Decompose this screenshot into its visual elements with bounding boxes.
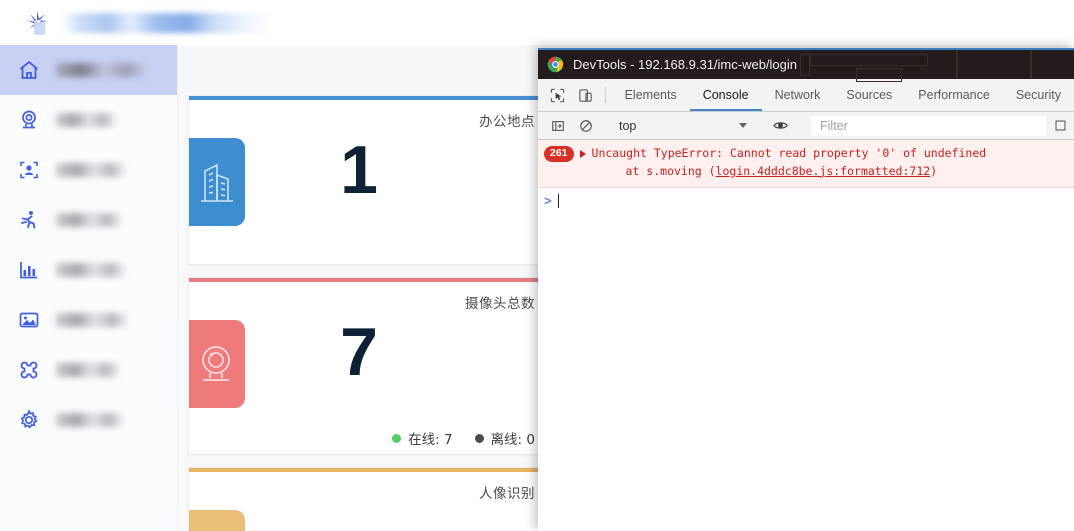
chrome-logo-icon xyxy=(547,56,564,73)
error-stack-suffix: ) xyxy=(930,163,938,178)
inspect-element-icon[interactable] xyxy=(544,79,571,111)
bar-chart-icon xyxy=(10,253,48,287)
sidebar-item-3[interactable] xyxy=(0,195,177,245)
chevron-down-icon xyxy=(739,123,747,128)
sidebar-item-5-label xyxy=(56,313,128,327)
error-line-2: at s.moving (login.4dddc8be.js:formatted… xyxy=(592,163,987,181)
clear-console-icon[interactable] xyxy=(572,114,600,138)
apps-grid-icon xyxy=(10,353,48,387)
status-dot-offline xyxy=(474,433,484,443)
console-output: 261 Uncaught TypeError: Cannot read prop… xyxy=(538,140,1074,531)
gear-icon xyxy=(10,403,48,437)
toolbar-divider xyxy=(604,87,606,103)
stat-card-camera-total[interactable]: 摄像头总数 7 在线: 7 离线: 0 xyxy=(188,277,550,455)
stat-card-office-location[interactable]: 办公地点 1 xyxy=(188,95,550,265)
text-caret xyxy=(557,194,559,209)
console-sidebar-icon[interactable] xyxy=(544,114,572,138)
card-value: 7 xyxy=(340,314,378,390)
sidebar-item-5[interactable] xyxy=(0,295,177,345)
stat-offline: 离线: 0 xyxy=(474,428,535,448)
sidebar-nav xyxy=(0,45,178,531)
card-value: 1 xyxy=(340,132,378,208)
sidebar-item-4-label xyxy=(56,263,126,277)
card-title: 办公地点 xyxy=(479,114,535,130)
portrait-icon xyxy=(189,510,245,531)
sidebar-item-1-label xyxy=(56,113,116,127)
home-icon xyxy=(10,53,48,87)
titlebar-decoration xyxy=(810,54,928,66)
burst-logo-icon xyxy=(22,8,52,38)
sidebar-item-3-label xyxy=(56,213,122,227)
sidebar-item-2[interactable] xyxy=(0,145,177,195)
console-settings-icon[interactable] xyxy=(1046,114,1074,138)
camera-icon xyxy=(10,103,48,137)
execution-context-select[interactable]: top xyxy=(613,116,753,136)
stat-card-face-recognition[interactable]: 人像识别 xyxy=(188,467,550,531)
card-title: 人像识别 xyxy=(479,486,535,502)
error-source-link[interactable]: login.4dddc8be.js:formatted:712 xyxy=(716,164,931,178)
tab-performance[interactable]: Performance xyxy=(905,79,1003,111)
console-prompt-row[interactable]: > xyxy=(538,188,1074,215)
titlebar-decoration xyxy=(1030,50,1032,79)
execution-context-value: top xyxy=(619,118,637,133)
error-count-badge: 261 xyxy=(544,146,574,162)
expand-triangle-icon[interactable] xyxy=(579,150,586,158)
tab-security[interactable]: Security xyxy=(1003,79,1074,111)
face-id-icon xyxy=(10,153,48,187)
titlebar-decoration xyxy=(800,54,810,76)
sidebar-item-4[interactable] xyxy=(0,245,177,295)
card-stats: 在线: 7 离线: 0 xyxy=(392,428,535,448)
stat-offline-label: 离线: 0 xyxy=(490,432,535,448)
stat-online-label: 在线: 7 xyxy=(408,432,453,448)
sidebar-item-2-label xyxy=(56,163,126,177)
devtools-window-title: DevTools - 192.168.9.31/imc-web/login xyxy=(573,57,798,72)
app-header xyxy=(0,0,1074,45)
sidebar-item-0-label xyxy=(56,63,148,77)
brand-title-redacted xyxy=(62,12,272,33)
sidebar-item-6-label xyxy=(56,363,120,377)
status-dot-online xyxy=(392,433,402,443)
console-toolbar: top Filter xyxy=(538,112,1074,140)
devtools-tabbar: Elements Console Network Sources Perform… xyxy=(538,79,1074,112)
card-title: 摄像头总数 xyxy=(465,296,535,312)
error-line-1: Uncaught TypeError: Cannot read property… xyxy=(591,146,987,160)
sidebar-item-7-label xyxy=(56,413,124,427)
prompt-chevron-icon: > xyxy=(544,193,552,209)
screenshot-root: 办公地点 1 摄像头总数 7 在线: 7 离线: 0 人像识别 DevTools… xyxy=(0,0,1074,531)
person-running-icon xyxy=(10,203,48,237)
console-error-message[interactable]: 261 Uncaught TypeError: Cannot read prop… xyxy=(538,140,1074,188)
sidebar-item-7[interactable] xyxy=(0,395,177,445)
titlebar-decoration xyxy=(956,50,958,79)
console-filter-input[interactable]: Filter xyxy=(811,115,1046,136)
error-stack-prefix: at s.moving ( xyxy=(625,163,716,178)
sidebar-item-0[interactable] xyxy=(0,45,177,95)
live-expression-eye-icon[interactable] xyxy=(766,114,794,138)
sidebar-item-1[interactable] xyxy=(0,95,177,145)
tab-network[interactable]: Network xyxy=(762,79,834,111)
devtools-titlebar[interactable]: DevTools - 192.168.9.31/imc-web/login xyxy=(538,50,1074,82)
image-icon xyxy=(10,303,48,337)
stat-online: 在线: 7 xyxy=(392,428,453,448)
devtools-window: DevTools - 192.168.9.31/imc-web/login El… xyxy=(538,48,1074,531)
tab-elements[interactable]: Elements xyxy=(612,79,690,111)
device-toolbar-icon[interactable] xyxy=(571,79,598,111)
tab-console[interactable]: Console xyxy=(690,79,762,111)
titlebar-decoration xyxy=(856,68,902,82)
tab-sources[interactable]: Sources xyxy=(833,79,905,111)
sidebar-item-6[interactable] xyxy=(0,345,177,395)
